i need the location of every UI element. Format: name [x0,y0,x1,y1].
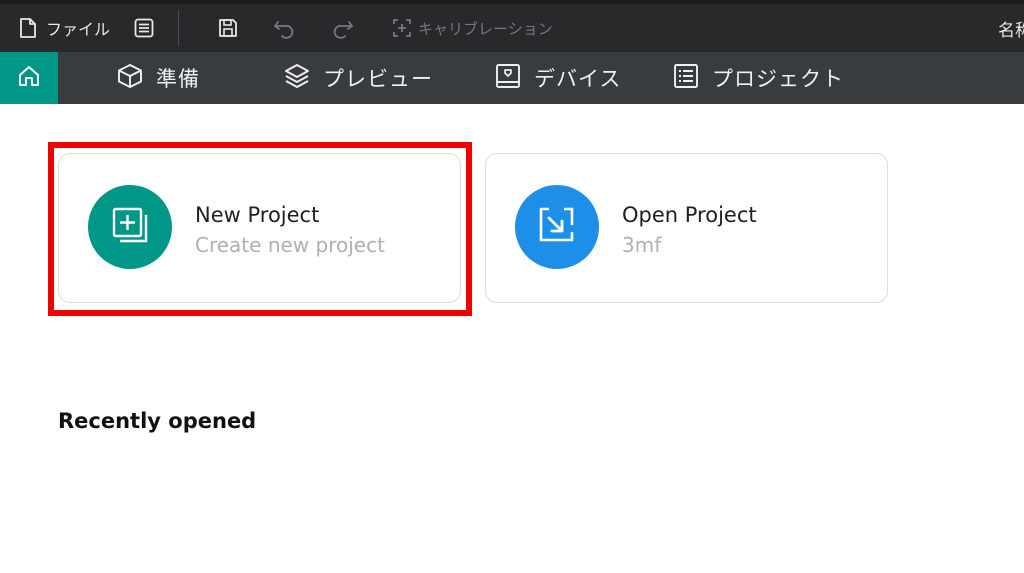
menu-divider [178,10,179,46]
save-icon [217,17,239,39]
tab-preview[interactable]: プレビュー [283,52,433,104]
open-project-icon [535,203,579,251]
layers-icon [283,62,311,95]
tab-prepare-label: 準備 [156,67,200,91]
window-top-edge [0,0,1024,4]
redo-icon [331,17,355,39]
undo-button[interactable] [272,14,296,42]
tab-device-label: デバイス [534,67,622,91]
calibration-icon [392,18,412,38]
open-project-icon-circle [515,185,599,269]
tab-device[interactable]: デバイス [494,52,621,104]
highlight-box [48,142,472,316]
file-icon [18,17,38,39]
open-project-card[interactable]: Open Project 3mf [485,153,888,303]
calibration-menu[interactable]: キャリブレーション [392,14,553,42]
tab-preview-label: プレビュー [323,67,433,91]
tab-project-label: プロジェクト [712,67,844,91]
file-menu-label: ファイル [46,20,111,39]
home-icon [16,63,42,93]
undo-icon [272,17,296,39]
list-icon [672,62,700,95]
redo-button[interactable] [331,14,355,42]
recently-opened-heading: Recently opened [58,409,257,433]
tab-project[interactable]: プロジェクト [672,52,844,104]
calibration-label: キャリブレーション [418,19,553,38]
cube-icon [116,62,144,95]
menu-list-icon [133,17,155,39]
open-project-title: Open Project [622,203,757,227]
tab-bar: 準備 プレビュー デバイス プロジェクト [0,52,1024,104]
tab-home[interactable] [0,52,58,104]
file-menu[interactable]: ファイル [18,14,110,42]
tab-prepare[interactable]: 準備 [116,52,200,104]
menu-bar: ファイル キャリブレーション 名称 [0,0,1024,52]
save-button[interactable] [217,14,239,42]
device-icon [494,62,522,95]
open-project-subtitle: 3mf [622,233,662,257]
window-title: 名称 [998,21,1024,41]
menu-list-button[interactable] [133,14,155,42]
